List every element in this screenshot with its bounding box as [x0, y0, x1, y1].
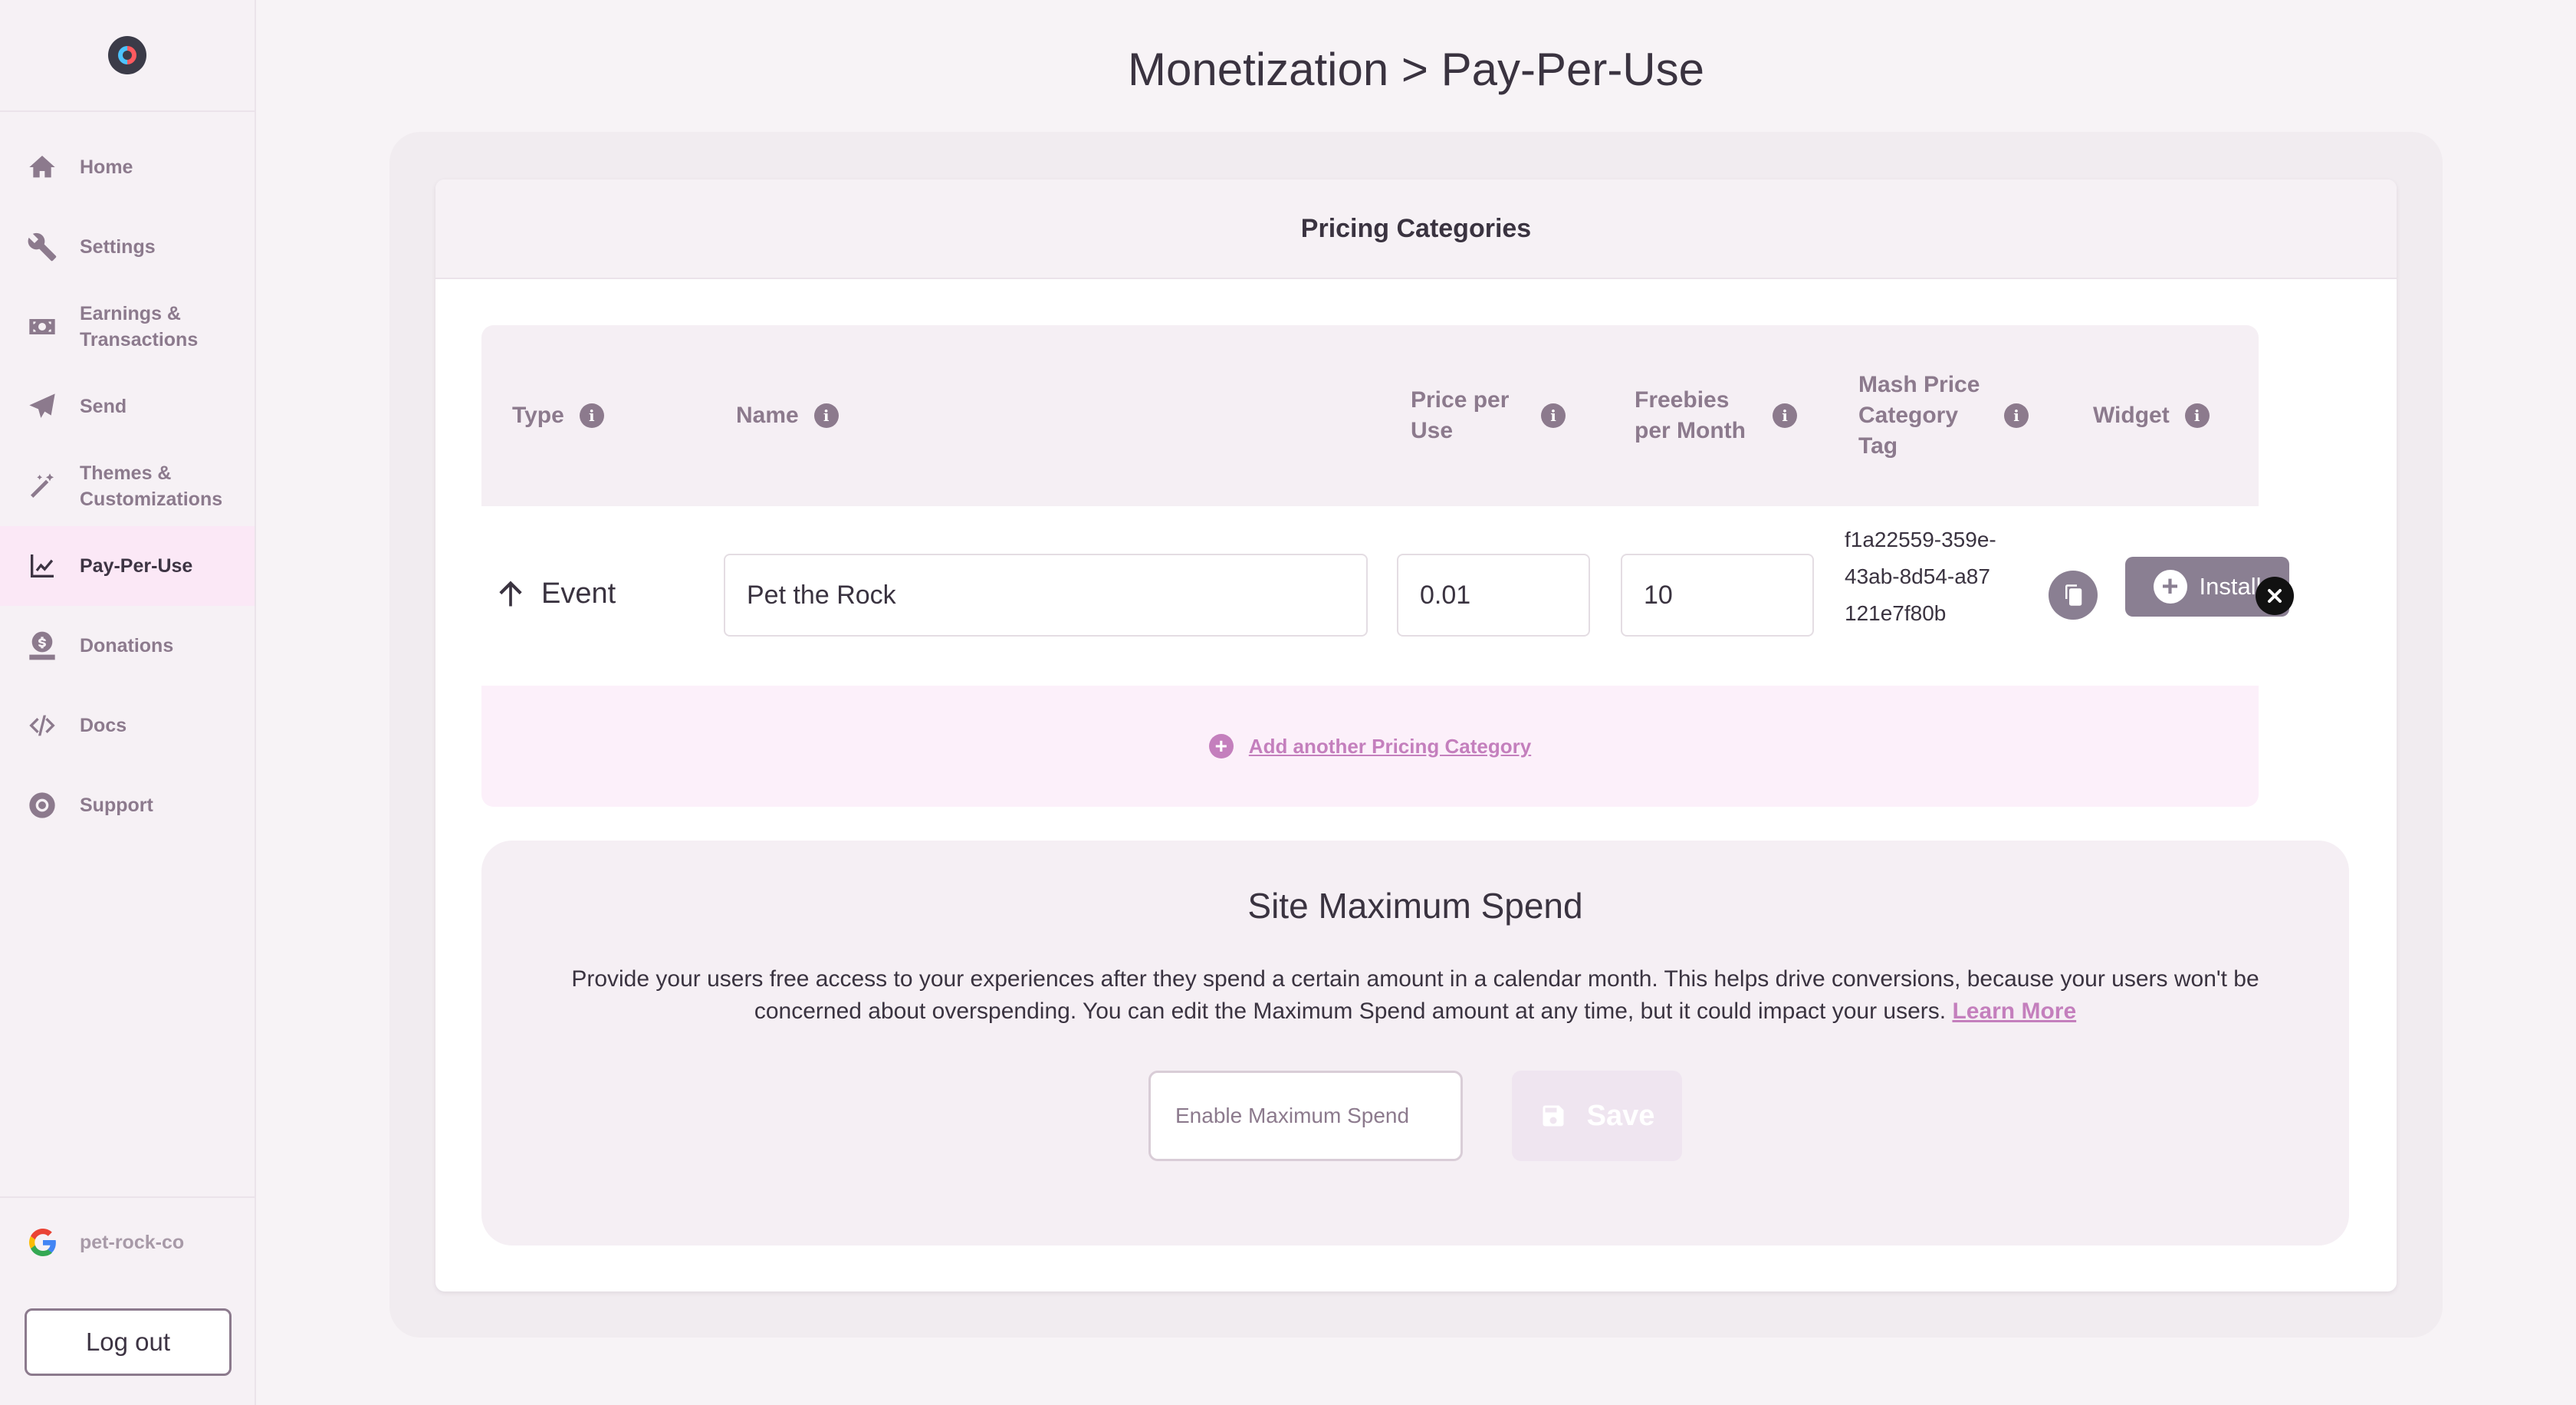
add-category-link[interactable]: + Add another Pricing Category — [1208, 734, 1532, 758]
sidebar-item-support[interactable]: Support — [0, 765, 255, 845]
info-icon[interactable]: i — [2184, 403, 2210, 428]
sidebar-item-send[interactable]: Send — [0, 367, 255, 446]
sidebar-item-label: Send — [80, 396, 127, 417]
price-category-tag: f1a22559-359e-43ab-8d54-a87121e7f80b — [1845, 528, 1996, 625]
type-value: Event — [541, 577, 616, 610]
close-icon — [2268, 589, 2282, 603]
install-label: Install — [2199, 573, 2262, 600]
max-spend-title: Site Maximum Spend — [1247, 886, 1583, 926]
freebies-input[interactable] — [1621, 554, 1814, 637]
pricing-header: Pricing Categories — [435, 179, 2397, 279]
col-type-label: Type — [512, 403, 564, 428]
sidebar-item-label: Themes & Customizations — [80, 462, 223, 510]
type-cell: Event — [494, 506, 616, 681]
donate-icon — [26, 630, 58, 662]
sidebar-item-pay-per-use[interactable]: Pay-Per-Use — [0, 526, 255, 606]
col-type: Type i — [512, 325, 604, 506]
sidebar-item-label: Donations — [80, 635, 174, 656]
plus-circle-icon: + — [1208, 734, 1234, 758]
sidebar-item-themes[interactable]: Themes & Customizations — [0, 446, 255, 526]
sidebar: Home Settings Earnings & Transactions Se… — [0, 0, 256, 1405]
copy-icon — [2065, 584, 2082, 606]
account-info: pet-rock-co — [0, 1198, 255, 1256]
sidebar-item-label: Earnings & Transactions — [80, 303, 199, 350]
col-tag-label: Mash Price Category Tag — [1858, 372, 1980, 459]
col-freebies-label: Freebies per Month — [1635, 387, 1746, 443]
info-icon[interactable]: i — [813, 403, 839, 428]
wrench-icon — [26, 231, 58, 263]
price-input[interactable] — [1397, 554, 1590, 637]
delete-row-button[interactable] — [2256, 577, 2294, 615]
col-name-label: Name — [736, 403, 799, 428]
sidebar-item-label: Support — [80, 795, 153, 816]
max-spend-description: Provide your users free access to your e… — [527, 963, 2303, 1028]
magic-wand-icon — [26, 470, 58, 502]
google-icon — [29, 1229, 56, 1256]
save-button[interactable]: Save — [1512, 1071, 1682, 1161]
max-spend-panel: Site Maximum Spend Provide your users fr… — [481, 841, 2349, 1245]
home-icon — [26, 151, 58, 183]
sidebar-item-label: Pay-Per-Use — [80, 555, 193, 577]
pricing-table-header: Type i Name i Price per Use i Freebies p… — [481, 325, 2259, 506]
sidebar-item-donations[interactable]: Donations — [0, 606, 255, 686]
plus-circle-icon: + — [2153, 570, 2187, 604]
info-icon[interactable]: i — [1773, 403, 1797, 428]
page-title: Monetization > Pay-Per-Use — [1128, 44, 1704, 95]
arrow-up-icon — [499, 581, 522, 607]
logo-area — [0, 0, 255, 112]
save-icon — [1543, 1105, 1564, 1127]
sidebar-item-earnings[interactable]: Earnings & Transactions — [0, 287, 255, 367]
copy-tag-button[interactable] — [2049, 571, 2098, 620]
col-tag: Mash Price Category Tag i — [1858, 325, 2029, 506]
col-freebies: Freebies per Month i — [1635, 325, 1797, 506]
app-logo[interactable] — [108, 36, 146, 74]
info-icon[interactable]: i — [2004, 403, 2029, 428]
sidebar-item-label: Settings — [80, 236, 156, 258]
sidebar-item-settings[interactable]: Settings — [0, 207, 255, 287]
sidebar-item-home[interactable]: Home — [0, 127, 255, 207]
col-widget-label: Widget — [2093, 403, 2170, 428]
save-label: Save — [1586, 1099, 1655, 1132]
add-category-label: Add another Pricing Category — [1248, 734, 1532, 758]
info-icon[interactable]: i — [579, 403, 604, 428]
money-icon — [26, 311, 58, 343]
add-category-row: + Add another Pricing Category — [481, 686, 2259, 807]
code-icon — [26, 709, 58, 742]
pricing-card: Pricing Categories Type i Name i Price p… — [435, 179, 2397, 1291]
paper-plane-icon — [26, 390, 58, 423]
logout-button[interactable]: Log out — [25, 1308, 232, 1376]
chart-line-icon — [26, 550, 58, 582]
pricing-row: Event f1a22559-359e-43ab-8d54-a87121e7f8… — [481, 506, 2321, 681]
col-widget: Widget i — [2093, 325, 2210, 506]
name-input[interactable] — [724, 554, 1368, 637]
col-name: Name i — [736, 325, 839, 506]
life-ring-icon — [26, 789, 58, 821]
sidebar-nav: Home Settings Earnings & Transactions Se… — [0, 112, 255, 845]
sidebar-item-docs[interactable]: Docs — [0, 686, 255, 765]
sidebar-item-label: Docs — [80, 715, 127, 736]
col-price: Price per Use i — [1411, 325, 1566, 506]
info-icon[interactable]: i — [1541, 403, 1566, 428]
learn-more-link[interactable]: Learn More — [1952, 999, 2076, 1024]
sidebar-footer: pet-rock-co Log out — [0, 1196, 255, 1405]
account-name: pet-rock-co — [80, 1231, 185, 1253]
sidebar-item-label: Home — [80, 156, 133, 178]
max-spend-input[interactable] — [1148, 1071, 1463, 1161]
col-price-label: Price per Use — [1411, 387, 1510, 443]
